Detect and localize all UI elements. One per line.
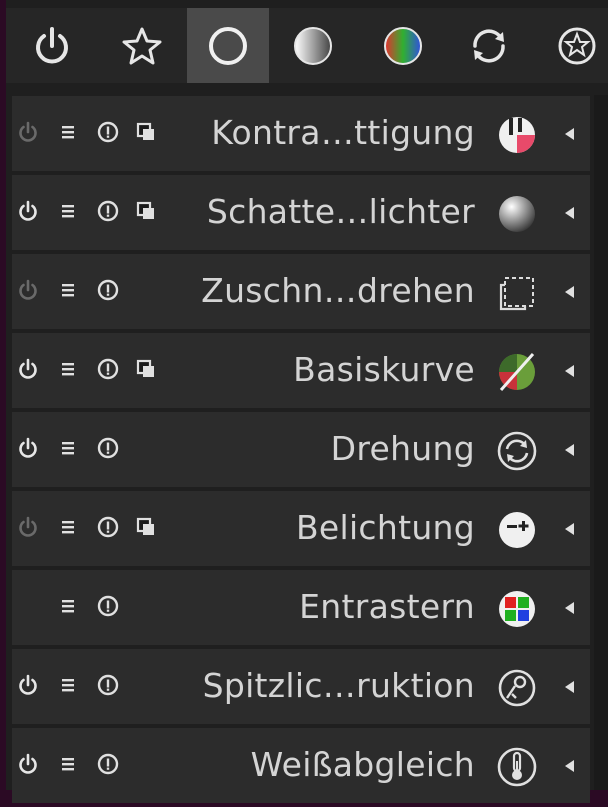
tab-basic-group[interactable] [187, 8, 269, 83]
module-instances-icon[interactable] [134, 357, 158, 381]
power-icon [36, 26, 68, 63]
expand-arrow-icon[interactable] [560, 677, 580, 697]
module-list: Kontra…ttigung Schatte…lichter Zuschn…dreh… [12, 96, 590, 807]
module-label: Spitzlic…ruktion [202, 666, 475, 705]
expand-arrow-icon[interactable] [560, 519, 580, 539]
module-row[interactable]: Kontra…ttigung [12, 96, 590, 171]
module-power-icon[interactable] [16, 199, 40, 223]
base-curve-icon [494, 349, 540, 395]
module-row[interactable]: Basiskurve [12, 333, 590, 408]
crop-rotate-icon [494, 270, 540, 316]
module-presets-icon[interactable] [96, 357, 120, 381]
circle-outline-icon [209, 26, 247, 65]
expand-arrow-icon[interactable] [560, 361, 580, 381]
module-presets-icon[interactable] [96, 436, 120, 460]
module-power-icon[interactable] [16, 752, 40, 776]
expand-arrow-icon[interactable] [560, 124, 580, 144]
module-label: Entrastern [299, 587, 475, 626]
module-menu-icon[interactable] [56, 357, 80, 381]
module-menu-icon[interactable] [56, 199, 80, 223]
contrast-saturation-icon [494, 112, 540, 158]
tab-favorites[interactable] [101, 8, 183, 83]
module-label: Kontra…ttigung [211, 113, 475, 152]
scrollbar-track[interactable] [594, 95, 608, 790]
expand-arrow-icon[interactable] [560, 440, 580, 460]
module-instances-icon[interactable] [134, 199, 158, 223]
module-instances-icon[interactable] [134, 515, 158, 539]
module-presets-icon[interactable] [96, 594, 120, 618]
color-wheel-icon [384, 26, 422, 65]
module-menu-icon[interactable] [56, 515, 80, 539]
module-presets-icon[interactable] [96, 278, 120, 302]
demosaic-icon [494, 586, 540, 632]
module-power-icon[interactable] [16, 515, 40, 539]
module-presets-icon[interactable] [96, 199, 120, 223]
module-label: Belichtung [295, 508, 475, 547]
module-power-icon[interactable] [16, 436, 40, 460]
module-row[interactable]: Weißabgleich [12, 728, 590, 803]
highlight-reconstruction-icon [494, 665, 540, 711]
expand-arrow-icon[interactable] [560, 282, 580, 302]
rotate-icon [494, 428, 540, 474]
module-power-icon[interactable] [16, 278, 40, 302]
module-presets-icon[interactable] [96, 515, 120, 539]
module-group-tabbar [6, 8, 608, 83]
tab-effects-group[interactable] [536, 8, 608, 83]
module-row[interactable]: Drehung [12, 412, 590, 487]
module-label: Weißabgleich [250, 745, 475, 784]
expand-arrow-icon[interactable] [560, 203, 580, 223]
module-menu-icon[interactable] [56, 120, 80, 144]
module-label: Zuschn…drehen [201, 271, 475, 310]
darkroom-modules-panel: Kontra…ttigung Schatte…lichter Zuschn…dreh… [6, 0, 608, 803]
module-menu-icon[interactable] [56, 752, 80, 776]
module-power-icon[interactable] [16, 120, 40, 144]
star-icon [122, 27, 162, 64]
module-presets-icon[interactable] [96, 752, 120, 776]
module-menu-icon[interactable] [56, 278, 80, 302]
module-row[interactable]: Zuschn…drehen [12, 254, 590, 329]
module-row[interactable]: Belichtung [12, 491, 590, 566]
module-power-icon[interactable] [16, 357, 40, 381]
module-presets-icon[interactable] [96, 120, 120, 144]
module-menu-icon[interactable] [56, 436, 80, 460]
refresh-cycle-icon [473, 28, 505, 63]
effects-icon [558, 27, 596, 64]
module-menu-icon[interactable] [56, 673, 80, 697]
module-row[interactable]: Spitzlic…ruktion [12, 649, 590, 724]
tab-tone-group[interactable] [272, 8, 354, 83]
module-label: Basiskurve [293, 350, 475, 389]
white-balance-icon [494, 744, 540, 790]
expand-arrow-icon[interactable] [560, 756, 580, 776]
tab-correct-group[interactable] [448, 8, 530, 83]
module-presets-icon[interactable] [96, 673, 120, 697]
module-row[interactable]: Schatte…lichter [12, 175, 590, 250]
module-label: Drehung [330, 429, 475, 468]
gradient-sphere-icon [294, 26, 332, 65]
expand-arrow-icon[interactable] [560, 598, 580, 618]
module-row[interactable]: Entrastern [12, 570, 590, 645]
tab-color-group[interactable] [362, 8, 444, 83]
shadows-highlights-icon [494, 191, 540, 237]
module-label: Schatte…lichter [206, 192, 475, 231]
exposure-icon [494, 507, 540, 553]
module-power-icon[interactable] [16, 673, 40, 697]
tab-active-modules[interactable] [11, 8, 93, 83]
module-menu-icon[interactable] [56, 594, 80, 618]
module-instances-icon[interactable] [134, 120, 158, 144]
